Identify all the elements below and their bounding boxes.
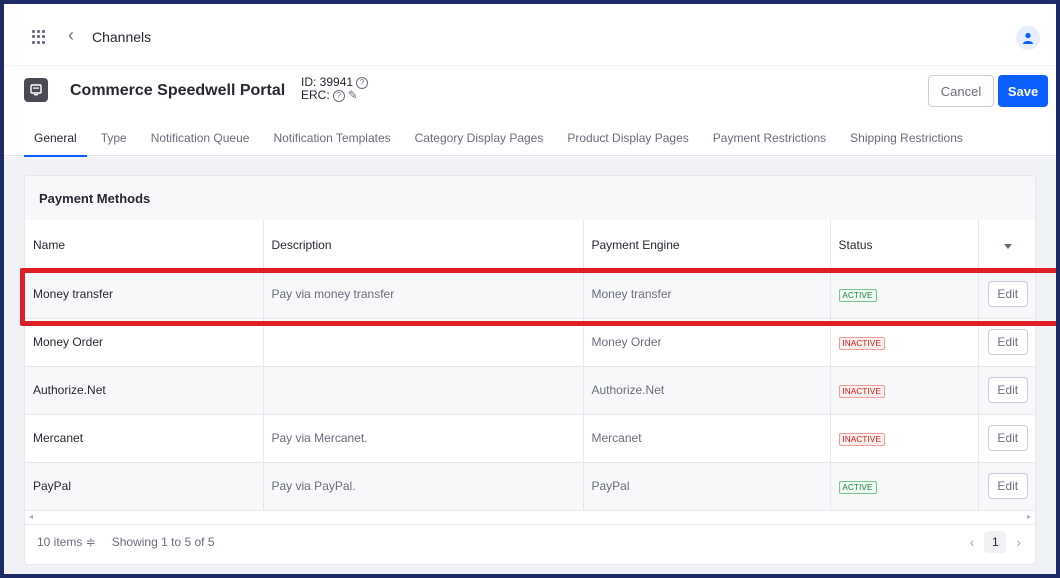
payment-methods-card: Payment Methods Name Description Payment… bbox=[24, 175, 1036, 565]
pencil-icon[interactable]: ✎ bbox=[348, 89, 358, 102]
chevron-right-icon[interactable]: › bbox=[1016, 534, 1021, 550]
tab-type[interactable]: Type bbox=[91, 120, 137, 156]
cell-status: ACTIVE bbox=[829, 270, 978, 319]
cell-description: Pay via money transfer bbox=[262, 270, 583, 319]
content-area: Payment Methods Name Description Payment… bbox=[4, 157, 1056, 574]
status-badge: ACTIVE bbox=[838, 288, 877, 302]
caret-down-icon[interactable] bbox=[1003, 243, 1012, 249]
cell-name: Mercanet bbox=[25, 414, 263, 463]
chevron-left-icon[interactable]: ‹ bbox=[970, 534, 975, 550]
tab-general[interactable]: General bbox=[24, 120, 87, 157]
table-row[interactable]: PayPal Pay via PayPal. PayPal ACTIVE Edi… bbox=[25, 462, 1035, 511]
cell-status: INACTIVE bbox=[829, 318, 978, 367]
channel-erc: ERC: bbox=[301, 88, 330, 102]
edit-button[interactable]: Edit bbox=[987, 377, 1028, 403]
page-title: Commerce Speedwell Portal bbox=[70, 82, 286, 99]
tab-notification-templates[interactable]: Notification Templates bbox=[263, 120, 400, 156]
channel-header: Commerce Speedwell Portal ID: 39941? ERC… bbox=[4, 68, 1056, 112]
page-number-button[interactable]: 1 bbox=[984, 530, 1007, 553]
table-row[interactable]: Mercanet Pay via Mercanet. Mercanet INAC… bbox=[25, 414, 1035, 463]
status-badge: ACTIVE bbox=[838, 480, 877, 494]
tab-category-display-pages[interactable]: Category Display Pages bbox=[405, 120, 554, 156]
card-title: Payment Methods bbox=[25, 176, 1035, 220]
help-icon[interactable]: ? bbox=[356, 76, 369, 89]
save-button[interactable]: Save bbox=[998, 75, 1048, 107]
cell-engine: Authorize.Net bbox=[582, 366, 830, 415]
items-per-page-select[interactable]: 10 items ≑ bbox=[37, 535, 96, 549]
table-header-row: Name Description Payment Engine Status bbox=[25, 220, 1035, 271]
payment-methods-table: Name Description Payment Engine Status M… bbox=[25, 220, 1035, 511]
scroll-right-icon[interactable]: ▸ bbox=[1027, 512, 1031, 521]
cell-engine: Mercanet bbox=[582, 414, 830, 463]
cell-name: Authorize.Net bbox=[25, 366, 263, 415]
cell-actions: Edit bbox=[977, 462, 1035, 511]
cell-actions: Edit bbox=[977, 270, 1035, 319]
cell-name: PayPal bbox=[25, 462, 263, 511]
column-header-payment-engine[interactable]: Payment Engine bbox=[582, 220, 830, 271]
apps-grid-icon[interactable] bbox=[32, 30, 46, 44]
column-header-description[interactable]: Description bbox=[262, 220, 583, 271]
cell-engine: Money Order bbox=[582, 318, 830, 367]
cell-actions: Edit bbox=[977, 318, 1035, 367]
cell-description bbox=[262, 366, 583, 415]
cell-status: ACTIVE bbox=[829, 462, 978, 511]
tab-payment-restrictions[interactable]: Payment Restrictions bbox=[703, 120, 836, 156]
cell-status: INACTIVE bbox=[829, 366, 978, 415]
tab-product-display-pages[interactable]: Product Display Pages bbox=[557, 120, 698, 156]
pagination-results: Showing 1 to 5 of 5 bbox=[111, 534, 215, 549]
cell-name: Money transfer bbox=[25, 270, 263, 319]
cell-actions: Edit bbox=[977, 414, 1035, 463]
cell-engine: Money transfer bbox=[582, 270, 830, 319]
cell-status: INACTIVE bbox=[829, 414, 978, 463]
edit-button[interactable]: Edit bbox=[987, 329, 1028, 355]
tab-bar: General Type Notification Queue Notifica… bbox=[4, 120, 1056, 157]
edit-button[interactable]: Edit bbox=[987, 425, 1028, 451]
tab-shipping-restrictions[interactable]: Shipping Restrictions bbox=[840, 120, 973, 156]
table-row[interactable]: Authorize.Net Authorize.Net INACTIVE Edi… bbox=[25, 366, 1035, 415]
tab-notification-queue[interactable]: Notification Queue bbox=[141, 120, 260, 156]
status-badge: INACTIVE bbox=[838, 384, 885, 398]
top-bar: ‹ Channels bbox=[4, 4, 1056, 66]
edit-button[interactable]: Edit bbox=[987, 281, 1028, 307]
channel-icon bbox=[24, 78, 48, 102]
horizontal-scrollbar[interactable]: ◂ ▸ bbox=[25, 510, 1035, 525]
column-options-dropdown[interactable] bbox=[977, 220, 1035, 271]
table-row[interactable]: Money Order Money Order INACTIVE Edit bbox=[25, 318, 1035, 367]
channel-meta: ID: 39941? ERC:? ✎ bbox=[301, 76, 369, 102]
cell-actions: Edit bbox=[977, 366, 1035, 415]
cell-description bbox=[262, 318, 583, 367]
scroll-left-icon[interactable]: ◂ bbox=[29, 512, 33, 521]
app-frame: ‹ Channels Commerce Speedwell Portal ID:… bbox=[4, 4, 1056, 574]
pager: ‹ 1 › bbox=[970, 530, 1021, 553]
chevron-left-icon[interactable]: ‹ bbox=[68, 26, 74, 44]
pagination-bar: 10 items ≑ Showing 1 to 5 of 5 ‹ 1 › bbox=[25, 525, 1035, 559]
cell-engine: PayPal bbox=[582, 462, 830, 511]
table-row[interactable]: Money transfer Pay via money transfer Mo… bbox=[25, 270, 1035, 319]
cell-description: Pay via PayPal. bbox=[262, 462, 583, 511]
edit-button[interactable]: Edit bbox=[987, 473, 1028, 499]
help-icon[interactable]: ? bbox=[332, 89, 345, 102]
column-header-name[interactable]: Name bbox=[25, 220, 263, 271]
status-badge: INACTIVE bbox=[838, 336, 885, 350]
column-header-status[interactable]: Status bbox=[829, 220, 978, 271]
breadcrumb[interactable]: Channels bbox=[92, 29, 151, 45]
status-badge: INACTIVE bbox=[838, 432, 885, 446]
cell-name: Money Order bbox=[25, 318, 263, 367]
user-avatar-icon[interactable] bbox=[1016, 26, 1040, 50]
cell-description: Pay via Mercanet. bbox=[262, 414, 583, 463]
cancel-button[interactable]: Cancel bbox=[928, 75, 994, 107]
